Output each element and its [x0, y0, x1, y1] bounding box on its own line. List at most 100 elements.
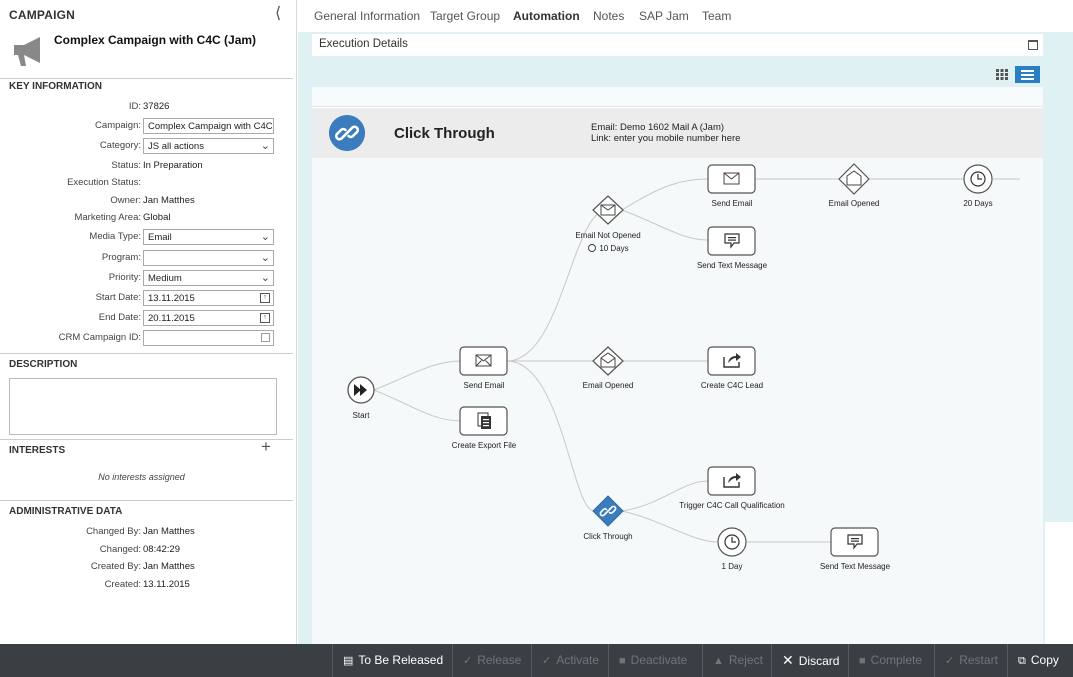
grid-view-icon[interactable] — [991, 66, 1013, 83]
created-by-row: Created By: Jan Matthes — [0, 558, 293, 576]
crm-campaign-id-label: CRM Campaign ID: — [58, 332, 141, 343]
panel-header: CAMPAIGN — [9, 8, 76, 22]
deactivate-button[interactable]: ■ Deactivate — [608, 644, 702, 677]
created-row: Created: 13.11.2015 — [0, 576, 293, 594]
category-row: Category: JS all actions ⌄ — [0, 137, 293, 155]
media-type-label: Media Type: — [89, 231, 141, 242]
footer-toolbar: ▤ To Be Released ✓ Release ✓ Activate ■ Deac… — [0, 644, 1073, 677]
owner-row: Owner: Jan Matthes — [0, 192, 293, 210]
checkmark-icon: ✓ — [463, 655, 473, 667]
program-select[interactable]: ⌄ — [143, 250, 274, 266]
maximize-icon[interactable] — [1028, 40, 1038, 50]
wait-10-days-label: 10 Days — [599, 244, 628, 253]
email-opened-label: Email Opened — [583, 381, 634, 390]
create-c4c-lead-node[interactable] — [707, 346, 756, 376]
create-export-file-node[interactable] — [459, 406, 508, 436]
wait-20-days-node[interactable] — [963, 164, 993, 194]
changed-row: Changed: 08:42:29 — [0, 541, 293, 559]
activate-label: Activate — [556, 653, 599, 667]
email-opened-2-node[interactable] — [838, 163, 870, 195]
list-view-icon[interactable] — [1015, 66, 1040, 83]
trigger-c4c-call-label: Trigger C4C Call Qualification — [679, 501, 785, 510]
priority-select[interactable]: Medium ⌄ — [143, 270, 274, 286]
execution-details-bar: Execution Details — [312, 34, 1043, 56]
tab-bar: General Information Target Group Automat… — [298, 0, 1073, 32]
complete-button[interactable]: ■ Complete — [848, 644, 934, 677]
copy-button[interactable]: ⧉ Copy — [1007, 644, 1073, 677]
send-text-message-2-label: Send Text Message — [820, 562, 891, 571]
crm-campaign-id-field[interactable] — [143, 330, 274, 346]
click-through-node[interactable] — [592, 495, 624, 527]
category-select[interactable]: JS all actions ⌄ — [143, 138, 274, 154]
add-interest-button[interactable]: + — [261, 438, 271, 455]
scrollbar[interactable] — [1045, 522, 1073, 644]
start-date-row: Start Date: 13.11.2015 ↑ — [0, 289, 293, 307]
release-button[interactable]: ✓ Release — [452, 644, 531, 677]
wait-1-day-node[interactable] — [717, 527, 747, 557]
priority-select-value: Medium — [148, 273, 182, 284]
campaign-field[interactable]: Complex Campaign with C4C — [143, 118, 274, 134]
changed-label: Changed: — [99, 544, 141, 555]
id-value: 37826 — [143, 101, 170, 112]
divider — [0, 78, 293, 79]
category-select-value: JS all actions — [148, 141, 204, 152]
administrative-data-heading: ADMINISTRATIVE DATA — [9, 506, 123, 517]
checkmark-icon: ✓ — [542, 655, 552, 667]
created-label: Created: — [104, 579, 141, 590]
execution-status-row: Execution Status: — [0, 174, 293, 192]
program-row: Program: ⌄ — [0, 249, 293, 267]
to-be-released-button[interactable]: ▤ To Be Released — [332, 644, 452, 677]
tab-target-group[interactable]: Target Group — [430, 9, 500, 23]
stop-icon: ■ — [859, 655, 866, 667]
send-text-message-2-node[interactable] — [830, 527, 879, 557]
discard-label: Discard — [798, 654, 840, 668]
marketing-area-label: Marketing Area: — [74, 212, 141, 223]
discard-button[interactable]: ✕ Discard — [771, 644, 848, 677]
activate-button[interactable]: ✓ Activate — [531, 644, 608, 677]
trigger-c4c-call-node[interactable] — [707, 466, 756, 496]
send-email-node[interactable] — [459, 346, 508, 376]
copy-icon[interactable] — [261, 333, 270, 342]
campaign-title: Complex Campaign with C4C (Jam) — [54, 33, 257, 47]
changed-value: 08:42:29 — [143, 544, 180, 555]
send-text-message-node[interactable] — [707, 226, 756, 256]
media-type-select[interactable]: Email ⌄ — [143, 229, 274, 245]
document-icon: ▤ — [343, 655, 354, 667]
send-email-2-label: Send Email — [712, 199, 753, 208]
calendar-icon[interactable]: ↑ — [260, 293, 270, 303]
flow-diagram: Start Send Email Create Export File Emai… — [347, 163, 1020, 571]
tab-team[interactable]: Team — [702, 9, 731, 23]
selected-node-link: Link: enter you mobile number here — [591, 133, 741, 144]
deactivate-label: Deactivate — [630, 653, 688, 667]
end-date-field[interactable]: 20.11.2015 ↑ — [143, 310, 274, 326]
start-date-value: 13.11.2015 — [148, 293, 195, 304]
description-textarea[interactable] — [9, 378, 277, 435]
program-label: Program: — [101, 252, 141, 263]
execution-details-title: Execution Details — [319, 38, 408, 50]
collapse-panel-button[interactable]: ⟨ — [275, 6, 289, 23]
tab-sap-jam[interactable]: SAP Jam — [639, 9, 689, 23]
send-email-2-node[interactable] — [707, 164, 756, 194]
selected-node-header: Click Through Email: Demo 1602 Mail A (J… — [312, 108, 1043, 158]
copy-icon: ⧉ — [1018, 655, 1026, 667]
tab-notes[interactable]: Notes — [593, 9, 624, 23]
calendar-icon[interactable]: ↑ — [260, 313, 270, 323]
checkmark-icon: ✓ — [945, 655, 955, 667]
start-date-field[interactable]: 13.11.2015 ↑ — [143, 290, 274, 306]
description-heading: DESCRIPTION — [9, 359, 78, 370]
start-node[interactable] — [347, 376, 375, 404]
category-label: Category: — [99, 140, 141, 151]
canvas-toolbar-strip — [312, 87, 1043, 107]
chevron-down-icon: ⌄ — [260, 231, 270, 243]
reject-button[interactable]: ▲ Reject — [702, 644, 771, 677]
tab-general-information[interactable]: General Information — [314, 9, 420, 23]
warning-icon: ▲ — [713, 655, 724, 667]
tab-automation[interactable]: Automation — [513, 9, 580, 23]
email-not-opened-node[interactable] — [592, 195, 624, 225]
restart-button[interactable]: ✓ Restart — [934, 644, 1007, 677]
email-opened-node[interactable] — [592, 346, 624, 376]
execution-status-label: Execution Status: — [67, 177, 141, 188]
key-information-heading: KEY INFORMATION — [9, 81, 102, 92]
wait-20-days-label: 20 Days — [963, 199, 992, 208]
marketing-area-row: Marketing Area: Global — [0, 209, 293, 227]
